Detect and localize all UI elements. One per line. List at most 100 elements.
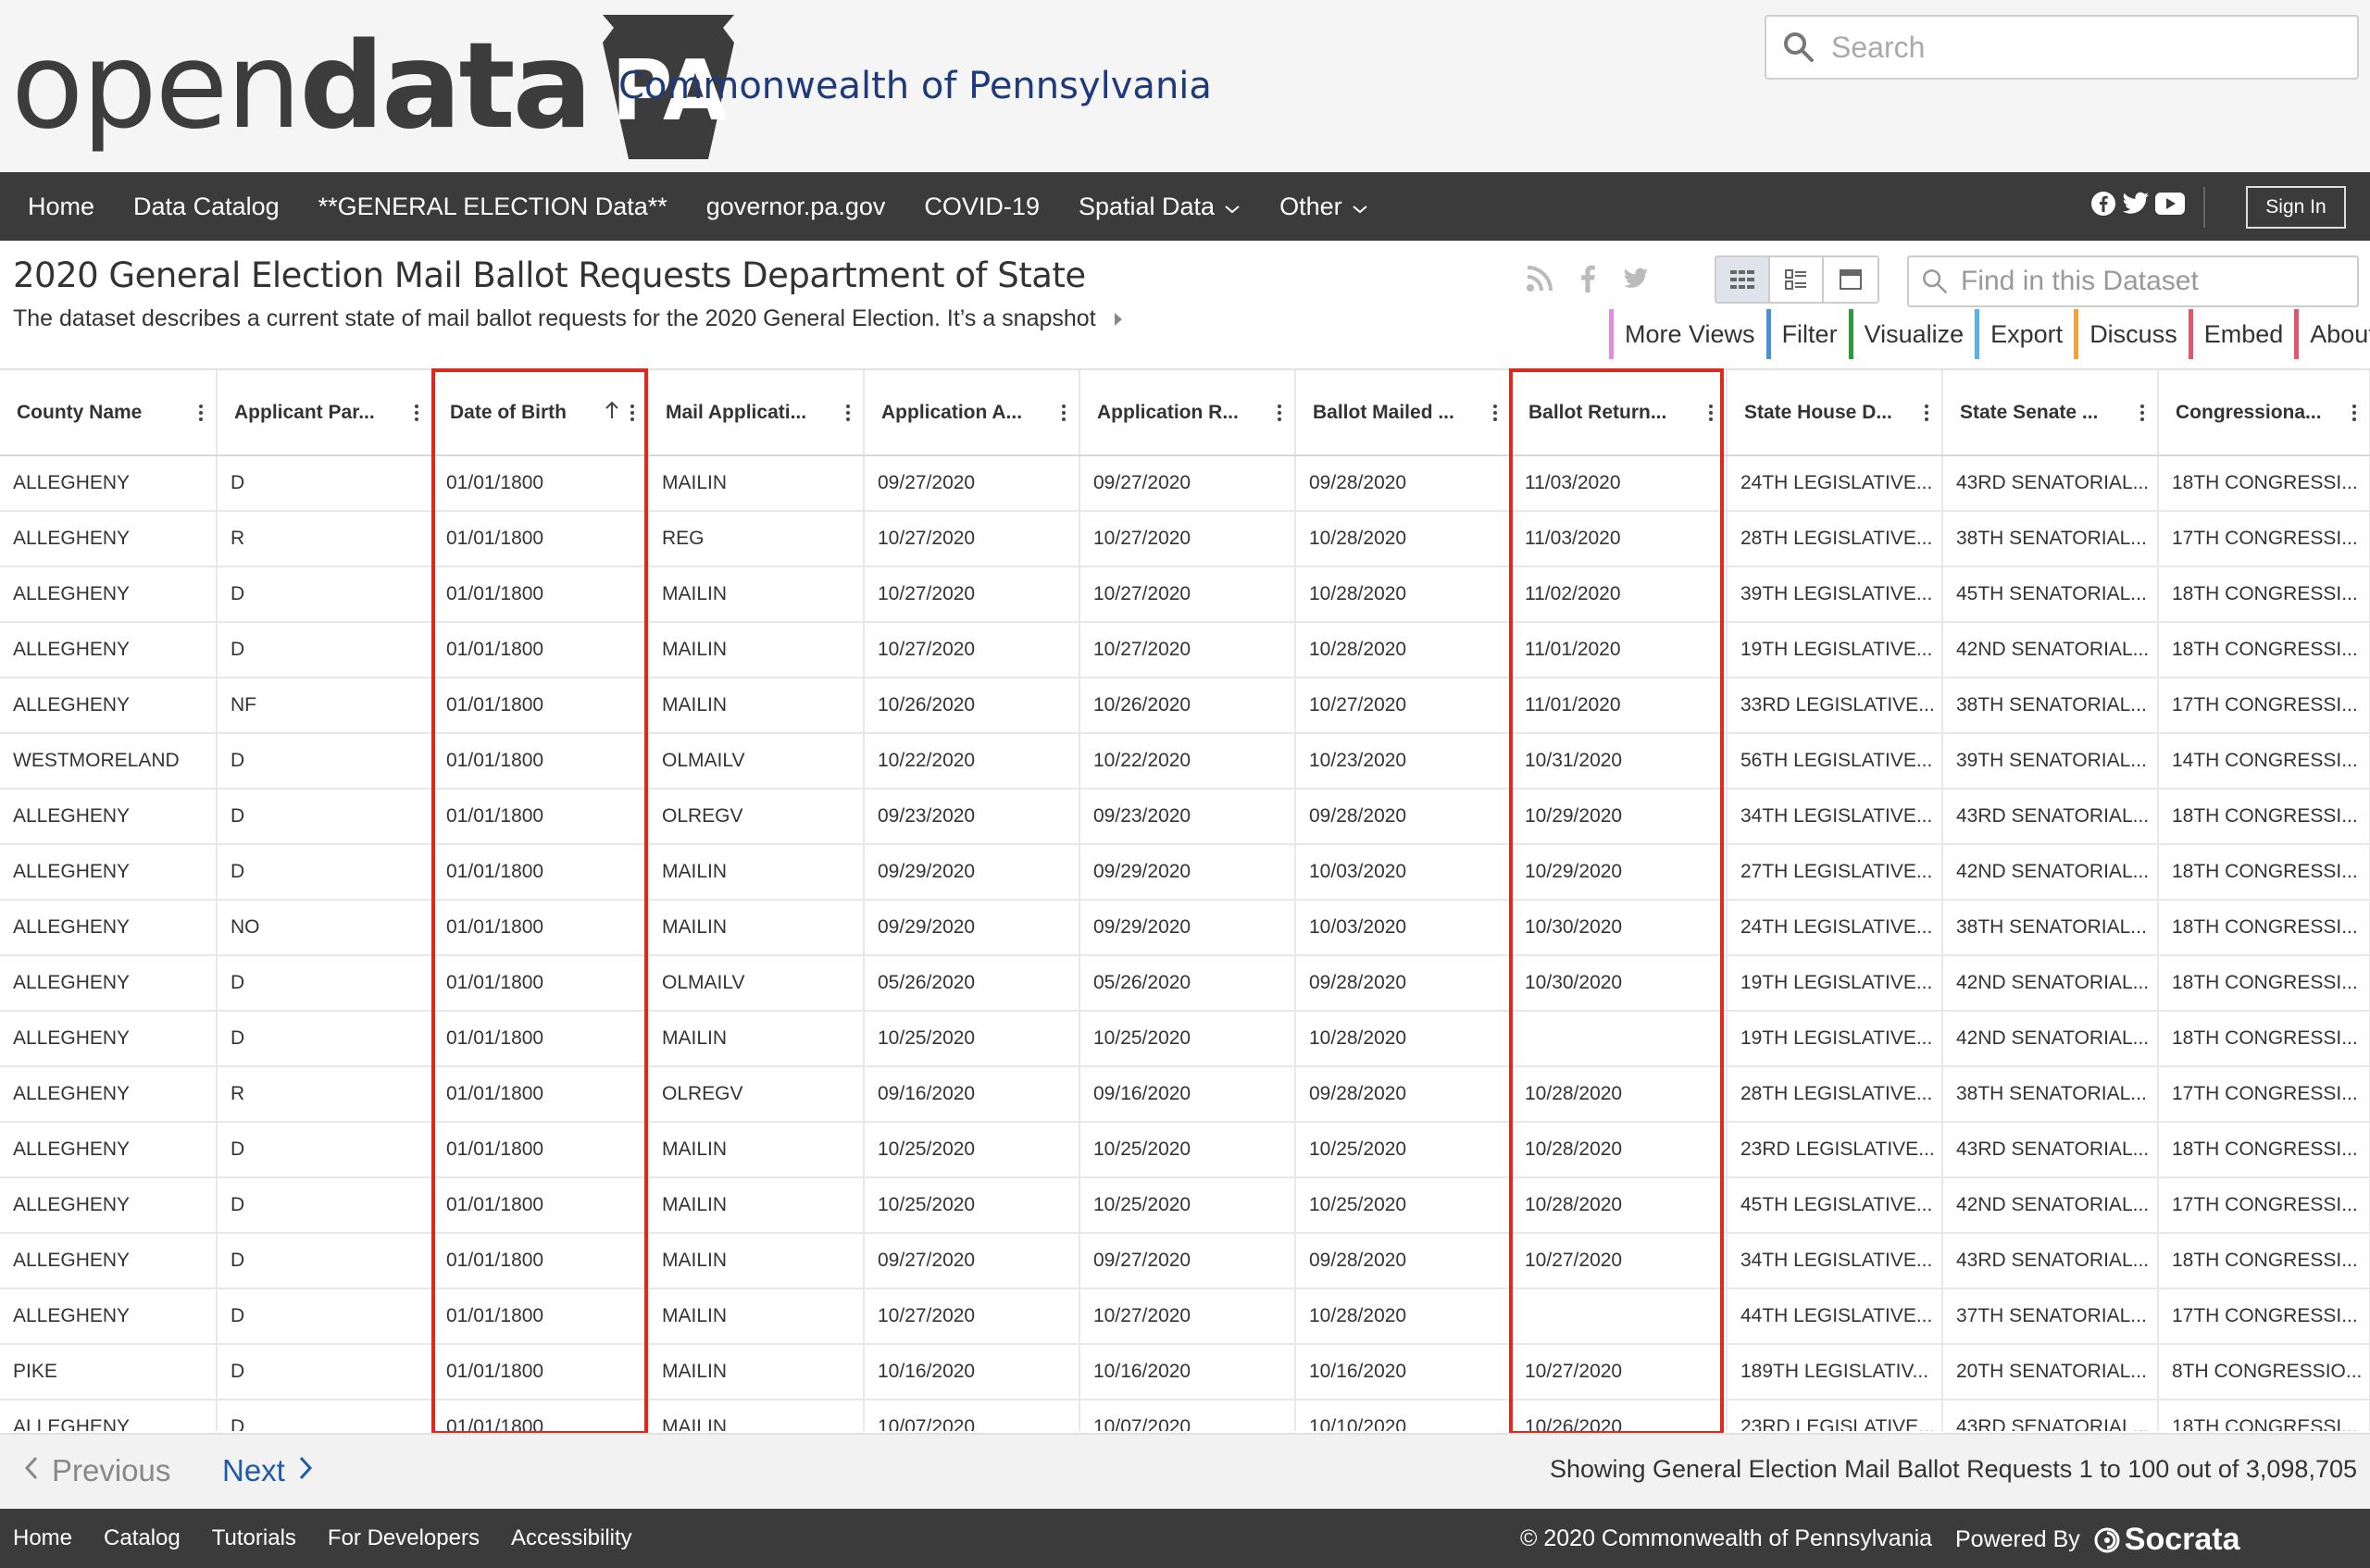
column-header-label: Applicant Par... — [234, 401, 375, 423]
column-menu-icon[interactable] — [2140, 404, 2144, 421]
table-row[interactable]: PIKE D 01/01/1800 MAILIN 10/16/2020 10/16/202… — [0, 1344, 2370, 1400]
footer-tutorials-link[interactable]: Tutorials — [212, 1525, 296, 1551]
twitter-share-icon[interactable] — [1622, 268, 1650, 290]
list-view-icon[interactable] — [1770, 257, 1824, 302]
previous-page-button[interactable]: Previous — [24, 1453, 170, 1488]
footer-developers-link[interactable]: For Developers — [328, 1525, 480, 1551]
next-page-button[interactable]: Next — [222, 1453, 313, 1488]
column-menu-icon[interactable] — [1709, 404, 1713, 421]
table-row[interactable]: ALLEGHENY D 01/01/1800 MAILIN 10/07/2020 10/0… — [0, 1400, 2370, 1431]
single-row-view-icon[interactable] — [1824, 257, 1877, 302]
table-cell: D — [217, 1344, 433, 1400]
column-header[interactable]: State Senate ... — [1942, 370, 2159, 456]
column-header[interactable]: Mail Applicati... — [648, 370, 865, 456]
more-views-tab[interactable]: More Views — [1609, 309, 1766, 359]
youtube-icon[interactable] — [2155, 193, 2185, 215]
table-cell: 01/01/1800 — [432, 1400, 649, 1431]
column-menu-icon[interactable] — [415, 404, 418, 421]
table-cell: 10/28/2020 — [1511, 1177, 1728, 1234]
table-cell: 10/25/2020 — [1079, 1011, 1296, 1067]
site-footer: Home Catalog Tutorials For Developers Ac… — [0, 1509, 2370, 1568]
table-cell — [1511, 1288, 1728, 1345]
column-header[interactable]: Date of Birth — [432, 370, 649, 456]
table-row[interactable]: ALLEGHENY D 01/01/1800 MAILIN 09/27/2020 09/2… — [0, 455, 2370, 512]
table-cell: 10/10/2020 — [1295, 1400, 1512, 1431]
table-row[interactable]: WESTMORELAND D 01/01/1800 OLMAILV 10/22/2020… — [0, 733, 2370, 790]
twitter-icon[interactable] — [2122, 192, 2150, 216]
site-search-input[interactable] — [1831, 30, 2331, 65]
nav-governor[interactable]: governor.pa.gov — [706, 193, 886, 221]
column-header[interactable]: Congressiona... — [2158, 370, 2370, 456]
column-menu-icon[interactable] — [1278, 404, 1281, 421]
column-header[interactable]: Applicant Par... — [217, 370, 433, 456]
column-header-label: Congressiona... — [2176, 401, 2322, 423]
column-menu-icon[interactable] — [1493, 404, 1497, 421]
discuss-tab[interactable]: Discuss — [2074, 309, 2189, 359]
table-row[interactable]: ALLEGHENY NO 01/01/1800 MAILIN 09/29/2020 09/… — [0, 900, 2370, 956]
column-header[interactable]: County Name — [0, 370, 218, 456]
table-cell: 42ND SENATORIAL... — [1942, 844, 2159, 901]
table-cell: D — [217, 733, 433, 790]
column-menu-icon[interactable] — [1062, 404, 1066, 421]
column-header[interactable]: Ballot Return... — [1511, 370, 1728, 456]
table-cell: 42ND SENATORIAL... — [1942, 1177, 2159, 1234]
nav-covid-19[interactable]: COVID-19 — [924, 193, 1040, 221]
table-row[interactable]: ALLEGHENY D 01/01/1800 OLREGV 09/23/2020 09/2… — [0, 789, 2370, 845]
table-cell: ALLEGHENY — [0, 955, 218, 1012]
table-row[interactable]: ALLEGHENY D 01/01/1800 MAILIN 10/27/2020 10/2… — [0, 566, 2370, 623]
table-cell: 09/16/2020 — [1079, 1066, 1296, 1123]
table-cell: D — [217, 622, 433, 678]
socrata-logo: Socrata — [2086, 1522, 2240, 1558]
table-row[interactable]: ALLEGHENY D 01/01/1800 MAILIN 09/27/2020 09/2… — [0, 1233, 2370, 1289]
footer-accessibility-link[interactable]: Accessibility — [511, 1525, 632, 1551]
rss-icon[interactable] — [1526, 265, 1553, 292]
sort-ascending-icon[interactable] — [605, 401, 619, 425]
column-menu-icon[interactable] — [199, 404, 203, 421]
find-in-dataset-box[interactable] — [1907, 255, 2359, 307]
about-tab[interactable]: About — [2294, 309, 2370, 359]
table-row[interactable]: ALLEGHENY D 01/01/1800 MAILIN 10/27/2020 10/2… — [0, 622, 2370, 678]
row-count-summary: Showing General Election Mail Ballot Req… — [1549, 1455, 2357, 1483]
table-cell: 39TH SENATORIAL... — [1942, 733, 2159, 790]
nav-data-catalog[interactable]: Data Catalog — [133, 193, 280, 221]
expand-description-icon[interactable] — [1113, 311, 1124, 328]
column-header[interactable]: Ballot Mailed ... — [1295, 370, 1512, 456]
column-header[interactable]: Application R... — [1079, 370, 1296, 456]
powered-by[interactable]: Powered By Socrata — [1955, 1522, 2240, 1558]
table-row[interactable]: ALLEGHENY D 01/01/1800 OLMAILV 05/26/2020 05/… — [0, 955, 2370, 1012]
facebook-share-icon[interactable] — [1579, 265, 1596, 292]
table-row[interactable]: ALLEGHENY D 01/01/1800 MAILIN 10/25/2020 10/2… — [0, 1122, 2370, 1178]
table-row[interactable]: ALLEGHENY D 01/01/1800 MAILIN 10/25/2020 10/2… — [0, 1177, 2370, 1234]
table-cell: ALLEGHENY — [0, 511, 218, 567]
table-row[interactable]: ALLEGHENY D 01/01/1800 MAILIN 09/29/2020 09/2… — [0, 844, 2370, 901]
table-view-icon[interactable] — [1716, 257, 1770, 302]
nav-home[interactable]: Home — [28, 193, 94, 221]
nav-other[interactable]: Other — [1279, 193, 1368, 221]
table-row[interactable]: ALLEGHENY R 01/01/1800 OLREGV 09/16/2020 09/1… — [0, 1066, 2370, 1123]
table-cell: 10/28/2020 — [1295, 622, 1512, 678]
column-menu-icon[interactable] — [846, 404, 850, 421]
column-header[interactable]: Application A... — [864, 370, 1080, 456]
embed-tab[interactable]: Embed — [2188, 309, 2295, 359]
facebook-icon[interactable] — [2090, 191, 2116, 217]
table-cell: 10/26/2020 — [864, 678, 1080, 734]
column-header[interactable]: State House D... — [1727, 370, 1943, 456]
visualize-tab[interactable]: Visualize — [1848, 309, 1976, 359]
site-search-box[interactable] — [1765, 15, 2359, 80]
nav-spatial-data[interactable]: Spatial Data — [1079, 193, 1241, 221]
table-cell: 17TH CONGRESSI... — [2158, 1288, 2370, 1345]
find-in-dataset-input[interactable] — [1961, 266, 2350, 297]
footer-home-link[interactable]: Home — [13, 1525, 72, 1551]
sign-in-button[interactable]: Sign In — [2246, 186, 2346, 229]
column-menu-icon[interactable] — [1925, 404, 1928, 421]
table-row[interactable]: ALLEGHENY D 01/01/1800 MAILIN 10/25/2020 10/2… — [0, 1011, 2370, 1067]
table-row[interactable]: ALLEGHENY R 01/01/1800 REG 10/27/2020 10/27/2… — [0, 511, 2370, 567]
column-menu-icon[interactable] — [2352, 404, 2356, 421]
column-menu-icon[interactable] — [630, 404, 634, 421]
nav-general-election-data[interactable]: **GENERAL ELECTION Data** — [318, 193, 667, 221]
table-row[interactable]: ALLEGHENY NF 01/01/1800 MAILIN 10/26/2020 10/… — [0, 678, 2370, 734]
table-row[interactable]: ALLEGHENY D 01/01/1800 MAILIN 10/27/2020 10/2… — [0, 1288, 2370, 1345]
footer-catalog-link[interactable]: Catalog — [104, 1525, 181, 1551]
filter-tab[interactable]: Filter — [1765, 309, 1849, 359]
export-tab[interactable]: Export — [1975, 309, 2075, 359]
